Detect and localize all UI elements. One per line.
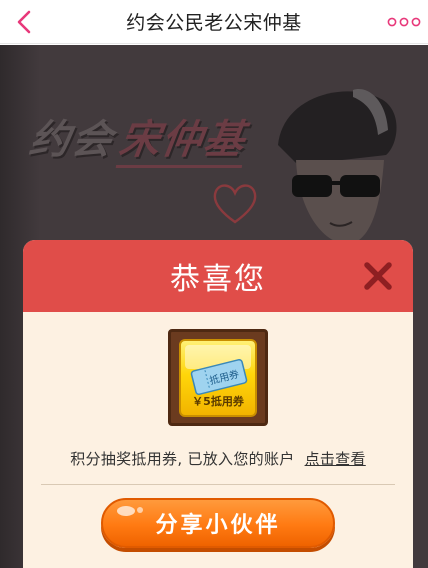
top-navbar: 约会公民老公宋仲基 xyxy=(0,0,428,44)
close-button[interactable] xyxy=(359,257,397,295)
button-shine xyxy=(117,506,135,516)
dialog-header: 恭喜您 xyxy=(23,240,413,312)
close-icon xyxy=(364,262,392,290)
banner-logo: 约会 宋仲基 xyxy=(26,107,251,168)
banner-logo-part1: 约会 xyxy=(26,117,117,163)
page-title: 约会公民老公宋仲基 xyxy=(126,12,302,34)
share-button-label: 分享小伙伴 xyxy=(155,513,281,538)
chevron-left-icon xyxy=(17,10,31,34)
share-button[interactable]: 分享小伙伴 xyxy=(101,498,335,548)
divider xyxy=(41,484,395,485)
reward-message: 积分抽奖抵用券, 已放入您的账户 点击查看 xyxy=(23,448,413,469)
prize-image-frame: 抵用券 ￥5抵用券 xyxy=(168,329,268,426)
coupon-amount: ￥5抵用券 xyxy=(192,394,244,408)
ellipsis-icon xyxy=(387,17,421,27)
back-button[interactable] xyxy=(6,4,42,40)
heart-icon xyxy=(213,184,257,224)
reward-dialog: 恭喜您 抵用券 ￥5抵用券 积分抽奖抵用券, 已放入您的账户 点击查看 分享小伙… xyxy=(23,240,413,568)
view-account-link[interactable]: 点击查看 xyxy=(305,450,366,468)
coupon-ticket-icon: 抵用券 xyxy=(190,358,248,395)
reward-message-text: 积分抽奖抵用券, 已放入您的账户 xyxy=(70,450,295,468)
button-shine-dot xyxy=(137,507,143,513)
coupon-card: 抵用券 ￥5抵用券 xyxy=(179,338,257,417)
banner-logo-part2: 宋仲基 xyxy=(115,107,251,168)
dialog-title: 恭喜您 xyxy=(170,262,266,297)
more-options-button[interactable] xyxy=(384,4,424,40)
